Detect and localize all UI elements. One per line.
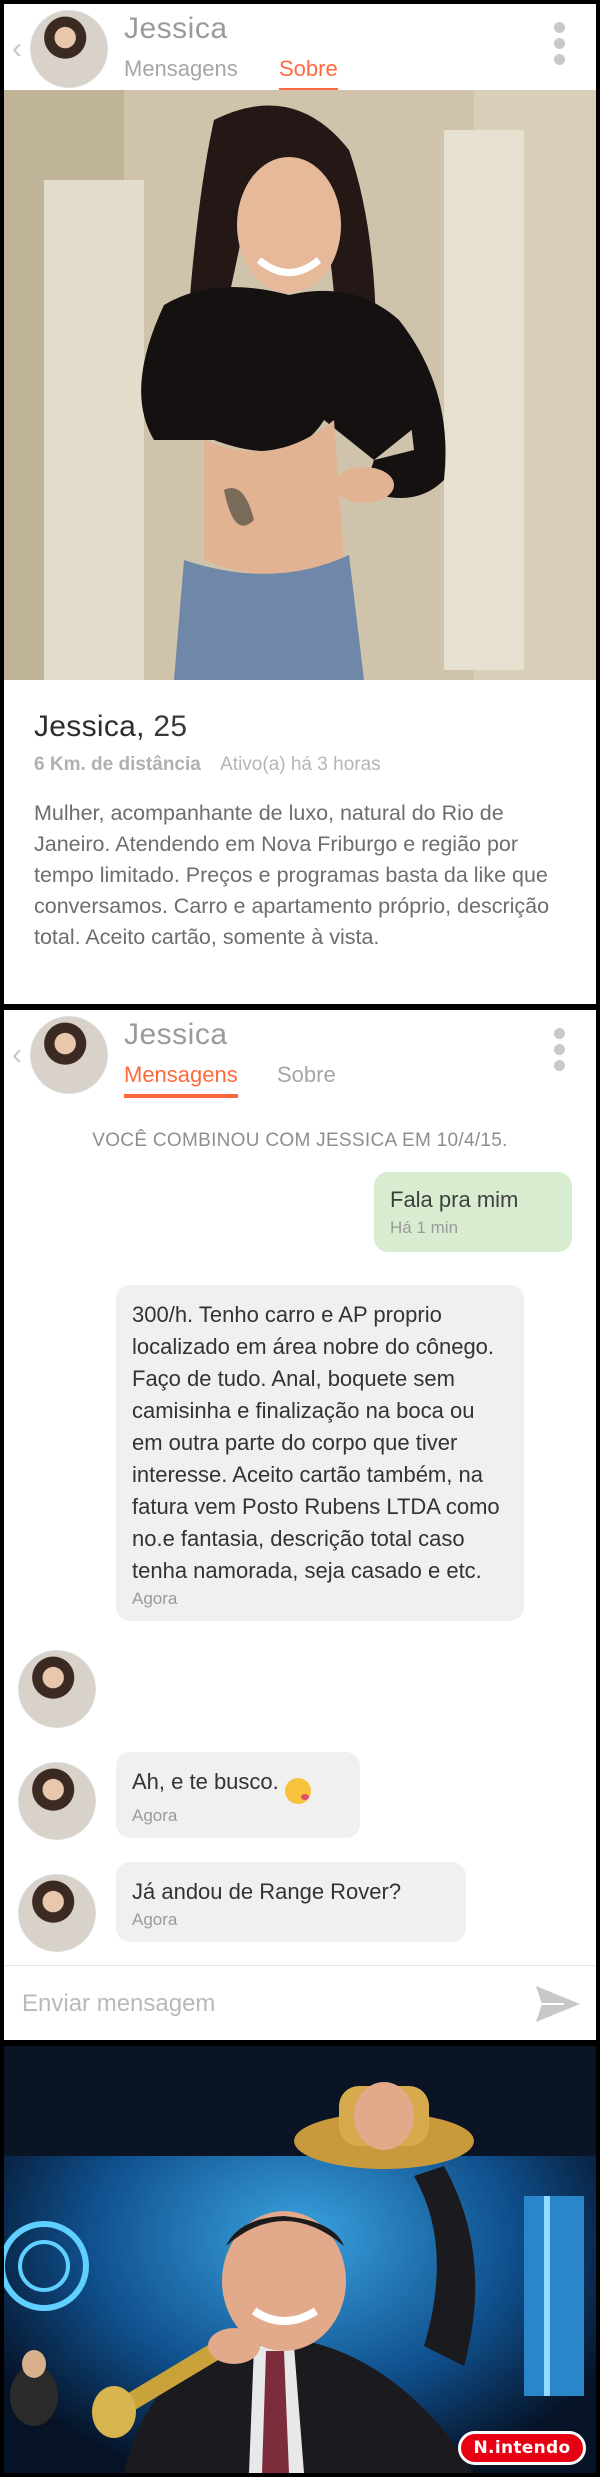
profile-name: Jessica, 25 <box>34 710 566 744</box>
meme-image: N.intendo <box>4 2046 596 2473</box>
tab-messages[interactable]: Mensagens <box>124 56 238 88</box>
profile-photo-illustration <box>4 90 596 680</box>
message-incoming[interactable]: 300/h. Tenho carro e AP proprio localiza… <box>116 1285 524 1621</box>
chat-screen: ‹ Jessica Mensagens Sobre VOCÊ COMBINOU … <box>4 1010 596 2040</box>
contact-name: Jessica <box>124 1018 228 1051</box>
message-incoming[interactable]: Ah, e te busco. 😘 Agora <box>116 1752 360 1838</box>
avatar[interactable] <box>30 1016 108 1094</box>
profile-age: 25 <box>153 710 188 743</box>
message-outgoing[interactable]: Fala pra mim Há 1 min <box>374 1172 572 1252</box>
match-notice: VOCÊ COMBINOU COM JESSICA EM 10/4/15. <box>92 1130 508 1151</box>
message-time: Há 1 min <box>390 1218 459 1237</box>
last-active-label: Ativo(a) há 3 horas <box>220 754 381 775</box>
more-options-icon[interactable] <box>554 1028 566 1076</box>
profile-name-text: Jessica, <box>34 710 145 743</box>
back-chevron-icon[interactable]: ‹ <box>12 1040 22 1070</box>
distance-label: 6 Km. de distância <box>34 754 201 775</box>
message-text: Fala pra mim <box>390 1187 519 1212</box>
profile-meta: 6 Km. de distância Ativo(a) há 3 horas <box>34 754 566 776</box>
tab-about[interactable]: Sobre <box>279 56 338 92</box>
contact-name: Jessica <box>124 12 228 45</box>
avatar[interactable] <box>18 1650 96 1728</box>
message-text: 300/h. Tenho carro e AP proprio localiza… <box>132 1302 500 1583</box>
back-chevron-icon[interactable]: ‹ <box>12 34 22 64</box>
message-time: Agora <box>132 1910 178 1929</box>
message-composer <box>4 1965 596 2040</box>
avatar[interactable] <box>30 10 108 88</box>
chat-header: ‹ Jessica Mensagens Sobre <box>4 1010 596 1098</box>
profile-screen: ‹ Jessica Mensagens Sobre Jessica, 25 6 … <box>4 4 596 1004</box>
tab-messages[interactable]: Mensagens <box>124 1062 238 1098</box>
message-text: Já andou de Range Rover? <box>132 1879 402 1904</box>
message-text: Ah, e te busco. <box>132 1769 279 1794</box>
tab-about[interactable]: Sobre <box>277 1062 336 1094</box>
profile-bio: Mulher, acompanhante de luxo, natural do… <box>34 801 550 949</box>
kissing-face-emoji-icon: 😘 <box>284 1778 311 1804</box>
message-input[interactable] <box>20 1986 520 2022</box>
profile-photo[interactable] <box>4 90 596 680</box>
profile-header: ‹ Jessica Mensagens Sobre <box>4 4 596 92</box>
message-incoming[interactable]: Já andou de Range Rover? Agora <box>116 1862 466 1942</box>
avatar[interactable] <box>18 1762 96 1840</box>
send-arrow-icon[interactable] <box>534 1984 582 2024</box>
message-time: Agora <box>132 1806 178 1825</box>
nintendo-watermark-logo: N.intendo <box>458 2431 586 2465</box>
profile-info: Jessica, 25 6 Km. de distância Ativo(a) … <box>4 680 596 1004</box>
message-time: Agora <box>132 1589 178 1608</box>
avatar[interactable] <box>18 1874 96 1952</box>
tv-studio-illustration <box>4 2046 596 2473</box>
more-options-icon[interactable] <box>554 22 566 70</box>
